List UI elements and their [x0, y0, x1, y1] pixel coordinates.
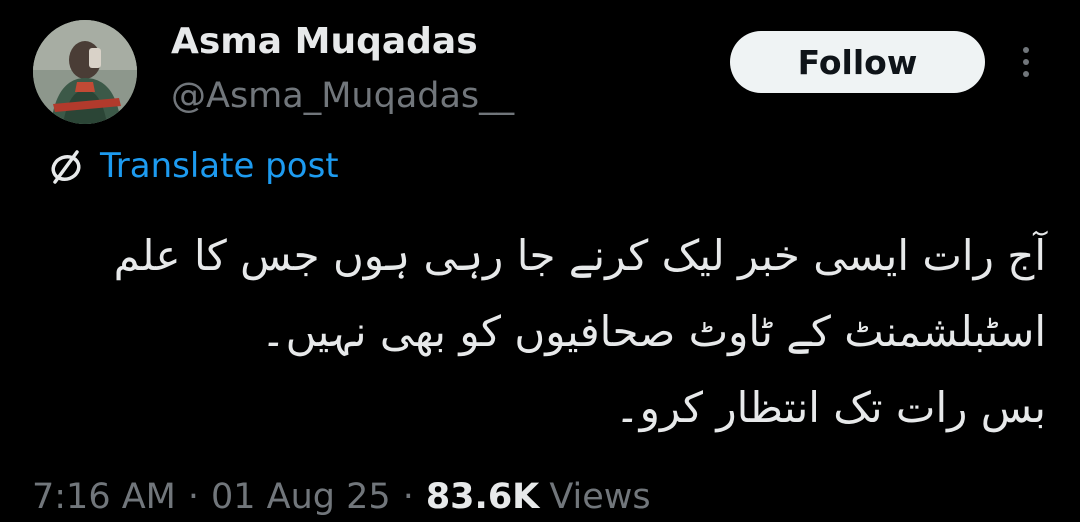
views-count[interactable]: 83.6K	[426, 477, 539, 517]
post-time[interactable]: 7:16 AM	[32, 477, 176, 517]
translate-globe-icon	[44, 144, 88, 188]
separator-dot: ·	[187, 477, 200, 517]
post-metadata: 7:16 AM · 01 Aug 25 · 83.6K Views	[32, 472, 651, 522]
separator-dot: ·	[402, 477, 414, 517]
post-text-line: آج رات ایسی خبر لیک کرنے جا رہی ہوں جس ک…	[113, 231, 1046, 280]
more-vertical-icon	[1023, 47, 1029, 53]
more-options-button[interactable]	[1010, 40, 1042, 84]
follow-button[interactable]: Follow	[730, 31, 985, 93]
post-text-line: بس رات تک انتظار کرو۔	[614, 383, 1046, 432]
avatar-photo	[33, 20, 137, 124]
post-text-line: اسٹبلشمنٹ کے ٹاوٹ صحافیوں کو بھی نہیں۔	[261, 307, 1046, 356]
more-vertical-icon	[1023, 71, 1029, 77]
views-label: Views	[549, 477, 651, 517]
author-display-name[interactable]: Asma Muqadas	[171, 20, 478, 64]
author-avatar[interactable]	[33, 20, 137, 124]
translate-post-link[interactable]: Translate post	[44, 142, 339, 190]
more-vertical-icon	[1023, 59, 1029, 65]
author-handle[interactable]: @Asma_Muqadas__	[171, 74, 514, 118]
post-text: آج رات ایسی خبر لیک کرنے جا رہی ہوں جس ک…	[36, 218, 1046, 446]
post-date[interactable]: 01 Aug 25	[211, 477, 391, 517]
translate-post-label: Translate post	[100, 146, 339, 186]
